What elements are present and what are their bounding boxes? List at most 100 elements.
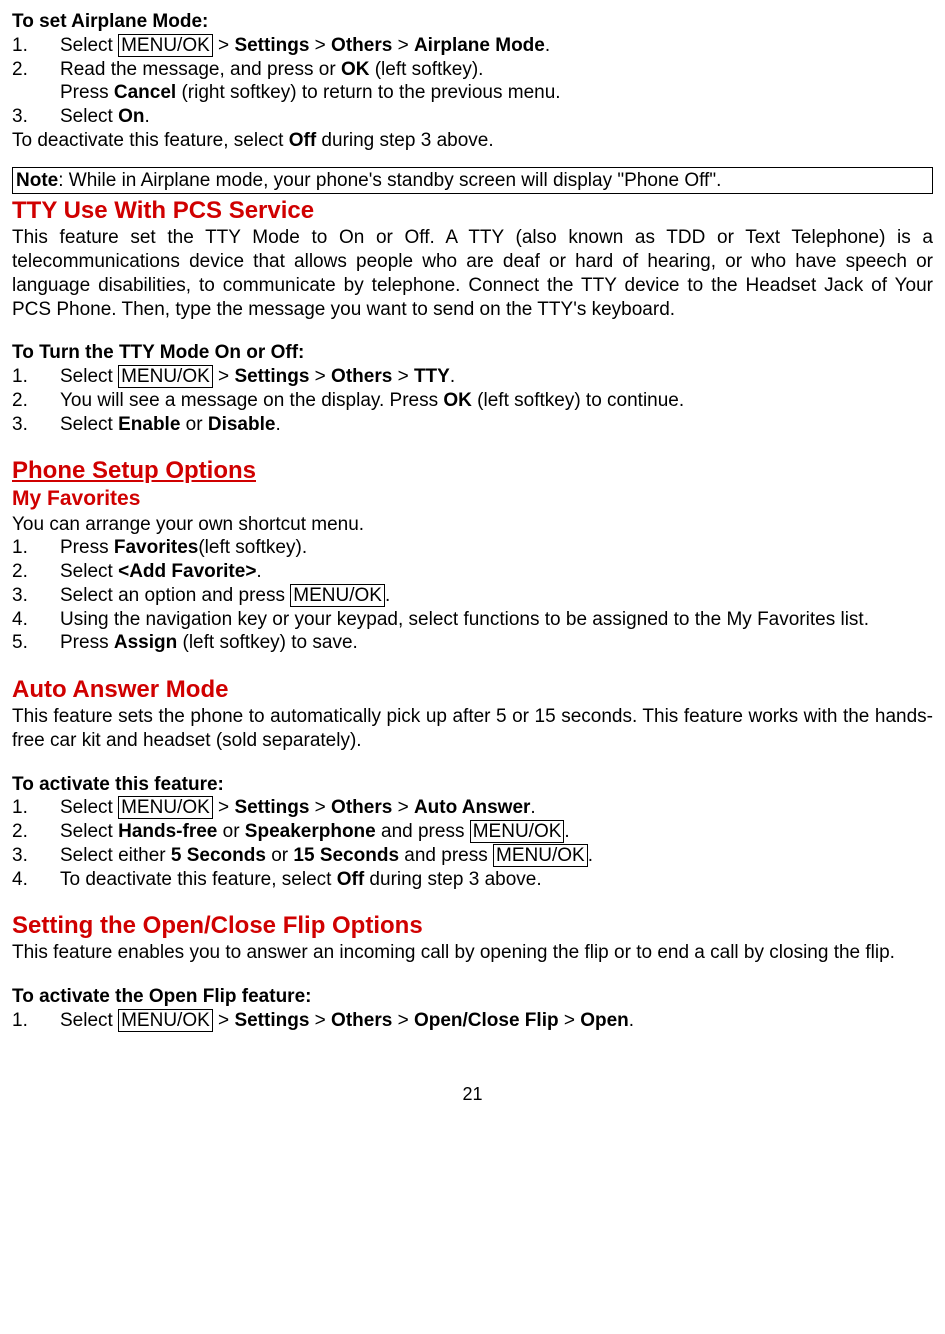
text: . (530, 797, 535, 818)
airplane-steps: Select MENU/OK > Settings > Others > Air… (12, 34, 933, 82)
text: or (217, 821, 244, 842)
airplane-step-3: Select On. (12, 105, 933, 129)
auto-para: This feature sets the phone to automatic… (12, 705, 933, 753)
handsfree-label: Hands-free (118, 821, 217, 842)
text: Select (60, 821, 118, 842)
text: (left softkey). (198, 537, 307, 558)
settings-label: Settings (234, 366, 309, 387)
menu-ok-button: MENU/OK (118, 34, 213, 57)
auto-steps: Select MENU/OK > Settings > Others > Aut… (12, 796, 933, 891)
text: Press (60, 632, 114, 653)
text: > (213, 797, 235, 818)
text: To deactivate this feature, select (12, 130, 289, 151)
auto-step-4: To deactivate this feature, select Off d… (12, 868, 933, 892)
text: Select (60, 366, 118, 387)
fav-step-1: Press Favorites(left softkey). (12, 536, 933, 560)
text: Press (60, 537, 114, 558)
text: . (564, 821, 569, 842)
text: To deactivate this feature, select (60, 869, 337, 890)
fav-step-5: Press Assign (left softkey) to save. (12, 631, 933, 655)
enable-label: Enable (118, 414, 180, 435)
fav-step-3: Select an option and press MENU/OK. (12, 584, 933, 608)
text: You will see a message on the display. P… (60, 390, 443, 411)
text: Select (60, 797, 118, 818)
auto-step-2: Select Hands-free or Speakerphone and pr… (12, 820, 933, 844)
text: . (588, 845, 593, 866)
tty-label: TTY (414, 366, 450, 387)
auto-step-3: Select either 5 Seconds or 15 Seconds an… (12, 844, 933, 868)
text: > (559, 1010, 581, 1031)
menu-ok-button: MENU/OK (470, 820, 565, 843)
flip-sub-heading: To activate the Open Flip feature: (12, 985, 933, 1009)
ok-label: OK (341, 59, 370, 80)
text: > (309, 1010, 331, 1031)
text: Select (60, 106, 118, 127)
airplane-deactivate: To deactivate this feature, select Off d… (12, 129, 933, 153)
note-text: : While in Airplane mode, your phone's s… (58, 170, 721, 191)
settings-label: Settings (234, 1010, 309, 1031)
text: Select (60, 1010, 118, 1031)
text: Select (60, 35, 118, 56)
auto-heading: Auto Answer Mode (12, 675, 933, 705)
others-label: Others (331, 797, 392, 818)
text: Select either (60, 845, 171, 866)
fav-heading: My Favorites (12, 486, 933, 512)
text: . (450, 366, 455, 387)
text: > (213, 366, 235, 387)
menu-ok-button: MENU/OK (118, 1009, 213, 1032)
disable-label: Disable (208, 414, 276, 435)
text: > (392, 35, 414, 56)
airplane-step-2: Read the message, and press or OK (left … (12, 58, 933, 82)
tty-heading: TTY Use With PCS Service (12, 196, 933, 226)
text: > (309, 797, 331, 818)
text: > (392, 366, 414, 387)
text: Select an option and press (60, 585, 290, 606)
text: . (385, 585, 390, 606)
open-label: Open (580, 1010, 629, 1031)
text: during step 3 above. (316, 130, 493, 151)
text: Select (60, 561, 118, 582)
on-label: On (118, 106, 144, 127)
setup-heading: Phone Setup Options (12, 456, 933, 486)
favorites-label: Favorites (114, 537, 198, 558)
fav-step-4: Using the navigation key or your keypad,… (12, 608, 933, 632)
cancel-label: Cancel (114, 82, 176, 103)
text: > (309, 366, 331, 387)
text: > (392, 797, 414, 818)
menu-ok-button: MENU/OK (493, 844, 588, 867)
text: (left softkey) to save. (177, 632, 358, 653)
off-label: Off (337, 869, 364, 890)
text: during step 3 above. (364, 869, 541, 890)
airplane-mode-label: Airplane Mode (414, 35, 545, 56)
ok-label: OK (443, 390, 472, 411)
airplane-steps-cont: Select On. (12, 105, 933, 129)
settings-label: Settings (234, 797, 309, 818)
airplane-step-2-sub: Press Cancel (right softkey) to return t… (12, 81, 933, 105)
fav-steps: Press Favorites(left softkey). Select <A… (12, 536, 933, 655)
flip-para: This feature enables you to answer an in… (12, 941, 933, 965)
text: > (213, 35, 235, 56)
note-label: Note (16, 170, 58, 191)
airplane-step-1: Select MENU/OK > Settings > Others > Air… (12, 34, 933, 58)
fav-para: You can arrange your own shortcut menu. (12, 513, 933, 537)
text: Read the message, and press or (60, 59, 341, 80)
menu-ok-button: MENU/OK (290, 584, 385, 607)
airplane-heading: To set Airplane Mode: (12, 10, 933, 34)
text: > (392, 1010, 414, 1031)
text: . (144, 106, 149, 127)
text: . (256, 561, 261, 582)
menu-ok-button: MENU/OK (118, 365, 213, 388)
auto-sub-heading: To activate this feature: (12, 773, 933, 797)
text: Press (60, 82, 114, 103)
text: or (180, 414, 207, 435)
tty-step-2: You will see a message on the display. P… (12, 389, 933, 413)
note-box: Note: While in Airplane mode, your phone… (12, 167, 933, 195)
fav-step-2: Select <Add Favorite>. (12, 560, 933, 584)
fifteen-seconds-label: 15 Seconds (293, 845, 399, 866)
open-close-flip-label: Open/Close Flip (414, 1010, 559, 1031)
tty-para: This feature set the TTY Mode to On or O… (12, 226, 933, 321)
flip-steps: Select MENU/OK > Settings > Others > Ope… (12, 1009, 933, 1033)
five-seconds-label: 5 Seconds (171, 845, 266, 866)
speakerphone-label: Speakerphone (245, 821, 376, 842)
settings-label: Settings (234, 35, 309, 56)
